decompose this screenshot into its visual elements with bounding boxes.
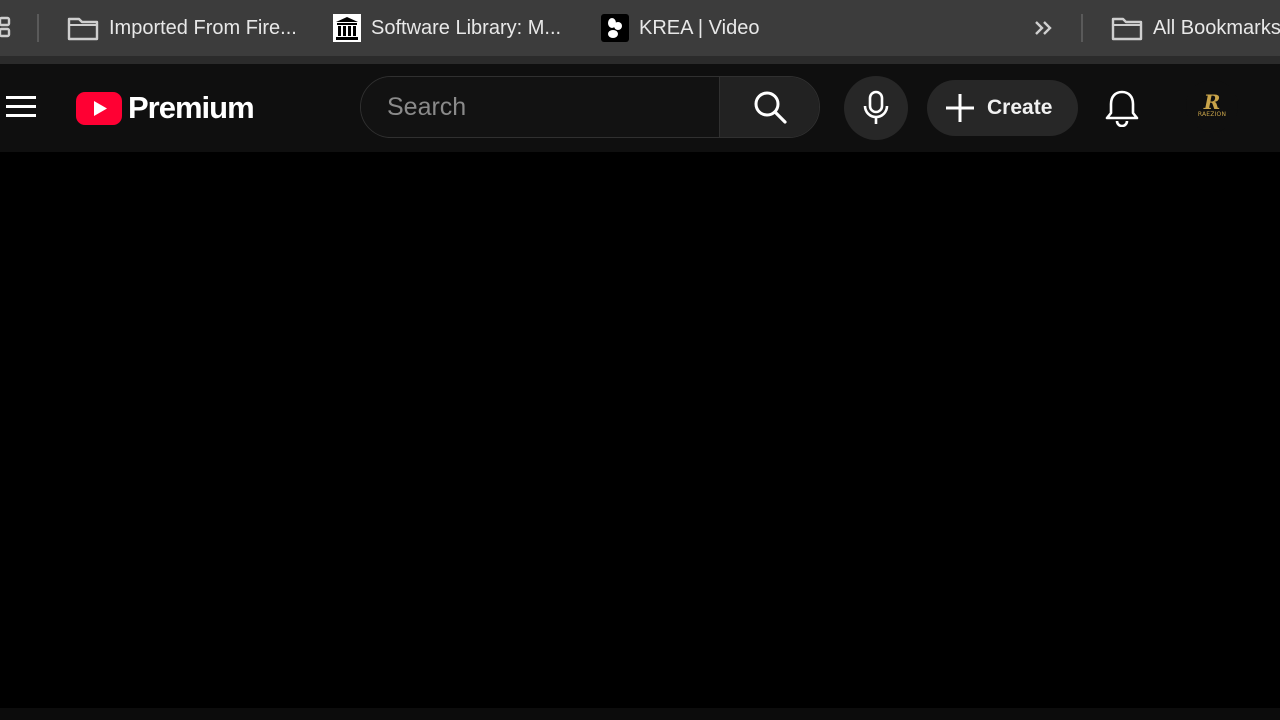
bookmark-label: Imported From Fire... xyxy=(109,16,297,39)
search-box xyxy=(360,76,820,138)
bookmark-label: KREA | Video xyxy=(639,16,760,39)
logo-text: Premium xyxy=(128,90,255,125)
chrome-divider xyxy=(0,56,1280,64)
search-button[interactable] xyxy=(719,77,819,137)
bookmarks-bar: Imported From Fire... Software Library: … xyxy=(0,0,1280,56)
folder-icon xyxy=(1111,17,1143,41)
chevron-double-right-icon[interactable] xyxy=(1030,14,1056,42)
create-button[interactable]: Create xyxy=(927,80,1078,136)
youtube-premium-logo[interactable]: Premium xyxy=(76,90,255,126)
bookmarks-separator xyxy=(1081,14,1083,42)
bookmarks-separator xyxy=(37,14,39,42)
plus-icon xyxy=(946,94,974,122)
library-icon xyxy=(333,14,361,42)
krea-icon xyxy=(601,14,629,42)
avatar-name: RAEZION xyxy=(1197,111,1227,118)
avatar-letter: R xyxy=(1203,90,1221,114)
avatar[interactable]: R RAEZION xyxy=(1186,80,1238,132)
youtube-header: Premium Create R RAEZION xyxy=(0,64,1280,152)
folder-icon xyxy=(67,17,99,41)
all-bookmarks[interactable]: All Bookmarks xyxy=(1111,0,1280,56)
bookmark-label: Software Library: M... xyxy=(371,16,562,39)
youtube-play-icon xyxy=(76,91,122,125)
voice-search-button[interactable] xyxy=(844,76,908,140)
bookmark-software-library[interactable]: Software Library: M... xyxy=(333,0,561,56)
search-icon xyxy=(754,91,787,124)
bookmark-imported-from-firefox[interactable]: Imported From Fire... xyxy=(67,0,297,56)
apps-grid-icon[interactable] xyxy=(0,16,12,38)
search-input[interactable] xyxy=(361,77,719,137)
main-content xyxy=(0,152,1280,708)
microphone-icon xyxy=(863,90,889,124)
menu-icon[interactable] xyxy=(6,94,36,120)
notifications-button[interactable] xyxy=(1101,86,1143,130)
bookmark-krea-video[interactable]: KREA | Video xyxy=(601,0,759,56)
bell-icon xyxy=(1105,90,1139,127)
bottom-strip xyxy=(0,708,1280,720)
all-bookmarks-label: All Bookmarks xyxy=(1153,16,1280,39)
create-label: Create xyxy=(987,96,1053,119)
